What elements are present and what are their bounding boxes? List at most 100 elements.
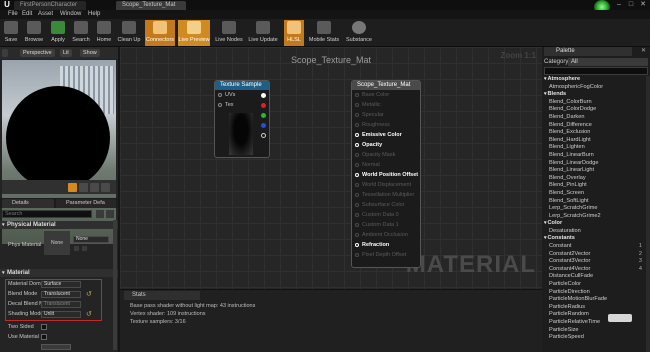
g-output-pin[interactable] xyxy=(261,113,266,118)
palette-category[interactable]: Atmosphere xyxy=(542,76,646,84)
menu-help[interactable]: Help xyxy=(88,10,100,19)
phys-material-dropdown[interactable]: None xyxy=(73,236,109,243)
palette-item[interactable]: ParticleColor xyxy=(542,281,646,289)
palette-item[interactable]: Blend_Darken xyxy=(542,114,646,122)
palette-item[interactable]: Blend_Overlay xyxy=(542,175,646,183)
reset-to-default-icon[interactable]: ↺ xyxy=(86,310,92,318)
save-button[interactable]: Save xyxy=(2,20,20,46)
palette-item[interactable]: ParticleMotionBlurFade xyxy=(542,296,646,304)
material-input-pin[interactable]: Opacity xyxy=(352,140,420,150)
shading-model-dropdown[interactable]: Unlit xyxy=(41,311,81,318)
property-field[interactable] xyxy=(41,344,71,350)
mobile-stats-button[interactable]: Mobile Stats xyxy=(308,20,340,46)
lit-button[interactable]: Lit xyxy=(60,49,72,57)
browse-asset-icon[interactable] xyxy=(82,246,87,251)
material-input-pin[interactable]: Base Color xyxy=(352,90,420,100)
menu-edit[interactable]: Edit xyxy=(22,10,32,19)
cube-shape-icon[interactable] xyxy=(79,183,88,192)
palette-item[interactable]: Blend_ColorBurn xyxy=(542,99,646,107)
palette-item[interactable]: Blend_SoftLight xyxy=(542,198,646,206)
menu-file[interactable]: File xyxy=(8,10,18,19)
palette-item[interactable]: AtmosphericFogColor xyxy=(542,84,646,92)
material-input-pin[interactable]: Metallic xyxy=(352,100,420,110)
tab-stats[interactable]: Stats xyxy=(124,291,200,300)
palette-category[interactable]: Constants xyxy=(542,235,646,243)
connectors-button[interactable]: Connectors xyxy=(145,20,175,46)
palette-item[interactable]: ParticleRadius xyxy=(542,304,646,312)
material-graph-canvas[interactable]: Scope_Texture_Mat Zoom 1:1 MATERIAL Text… xyxy=(120,47,542,289)
menu-window[interactable]: Window xyxy=(60,10,81,19)
material-input-pin[interactable]: Subsurface Color xyxy=(352,200,420,210)
palette-item[interactable]: DistanceCullFade xyxy=(542,273,646,281)
hlsl-button[interactable]: HLSL xyxy=(284,20,304,46)
tab-scope-texture-mat[interactable]: Scope_Texture_Mat xyxy=(116,1,186,10)
phys-material-thumbnail[interactable]: None xyxy=(44,231,70,255)
browse-button[interactable]: Browse xyxy=(23,20,45,46)
minimize-icon[interactable]: – xyxy=(614,0,624,10)
blend-mode-dropdown[interactable]: Translucent xyxy=(41,291,81,298)
home-button[interactable]: Home xyxy=(95,20,113,46)
material-input-pin[interactable]: Pixel Depth Offset xyxy=(352,250,420,260)
clean-up-button[interactable]: Clean Up xyxy=(116,20,142,46)
substance-button[interactable]: Substance xyxy=(345,20,373,46)
mesh-shape-icon[interactable] xyxy=(101,183,110,192)
palette-item[interactable]: Desaturation xyxy=(542,228,646,236)
material-input-pin[interactable]: Specular xyxy=(352,110,420,120)
search-button[interactable]: Search xyxy=(71,20,91,46)
material-input-pin[interactable]: World Displacement xyxy=(352,180,420,190)
material-input-pin[interactable]: Refraction xyxy=(352,240,420,250)
palette-category[interactable]: Color xyxy=(542,220,646,228)
palette-item[interactable]: Blend_Lighten xyxy=(542,144,646,152)
palette-item[interactable]: Blend_Exclusion xyxy=(542,129,646,137)
two-sided-checkbox[interactable] xyxy=(41,324,47,330)
material-input-pin[interactable]: Custom Data 1 xyxy=(352,220,420,230)
uvs-input-pin[interactable]: UVs xyxy=(215,90,269,100)
palette-item[interactable]: ParticleDirection xyxy=(542,289,646,297)
material-section[interactable]: Material xyxy=(0,269,118,277)
palette-item[interactable]: Constant3Vector 3 xyxy=(542,258,646,266)
palette-item[interactable]: Lerp_ScratchGrime2 xyxy=(542,213,646,221)
palette-item[interactable]: Constant 1 xyxy=(542,243,646,251)
palette-item[interactable]: ParticleSpeed xyxy=(542,334,646,342)
palette-item[interactable]: Blend_PinLight xyxy=(542,182,646,190)
material-input-pin[interactable]: Tessellation Multiplier xyxy=(352,190,420,200)
rgb-output-pin[interactable] xyxy=(261,93,266,98)
tab-first-person-character[interactable]: FirstPersonCharacter xyxy=(14,1,86,10)
palette-item[interactable]: Constant4Vector 4 xyxy=(542,266,646,274)
close-palette-icon[interactable]: ✕ xyxy=(641,47,649,56)
material-result-node[interactable]: Scope_Texture_Mat Base Color Metallic Spec… xyxy=(351,80,421,268)
eye-icon[interactable] xyxy=(106,210,114,218)
live-nodes-button[interactable]: Live Nodes xyxy=(214,20,244,46)
live-preview-button[interactable]: Live Preview xyxy=(178,20,210,46)
apply-button[interactable]: Apply xyxy=(48,20,68,46)
palette-item[interactable]: Blend_Difference xyxy=(542,122,646,130)
tab-details[interactable]: Details xyxy=(2,199,54,208)
tab-palette[interactable]: Palette xyxy=(544,47,632,56)
sphere-shape-icon[interactable] xyxy=(68,183,77,192)
palette-item[interactable]: Lerp_ScratchGrime xyxy=(542,205,646,213)
live-update-button[interactable]: Live Update xyxy=(247,20,279,46)
texture-sample-node[interactable]: Texture Sample UVs Tex xyxy=(214,80,270,158)
palette-item[interactable]: Blend_Screen xyxy=(542,190,646,198)
palette-search-input[interactable] xyxy=(544,67,648,75)
decal-blend-mode-dropdown[interactable]: Translucent xyxy=(41,301,81,308)
material-input-pin[interactable]: Ambient Occlusion xyxy=(352,230,420,240)
b-output-pin[interactable] xyxy=(261,123,266,128)
palette-item[interactable]: Blend_ColorDodge xyxy=(542,106,646,114)
palette-item[interactable]: Blend_LinearBurn xyxy=(542,152,646,160)
details-search-input[interactable]: Search xyxy=(2,210,92,218)
palette-item[interactable]: ParticleSize xyxy=(542,327,646,335)
menu-asset[interactable]: Asset xyxy=(38,10,53,19)
plane-shape-icon[interactable] xyxy=(90,183,99,192)
perspective-button[interactable]: Perspective xyxy=(20,49,55,57)
tab-parameter-defaults[interactable]: Parameter Defa xyxy=(56,199,116,208)
palette-item[interactable]: Blend_LinearDodge xyxy=(542,160,646,168)
physical-material-section[interactable]: Physical Material xyxy=(0,221,118,229)
material-input-pin[interactable]: Emissive Color xyxy=(352,130,420,140)
r-output-pin[interactable] xyxy=(261,103,266,108)
close-icon[interactable]: ✕ xyxy=(638,0,648,10)
maximize-icon[interactable]: □ xyxy=(626,0,636,10)
use-selected-arrow-icon[interactable] xyxy=(74,246,79,251)
palette-item[interactable]: Constant2Vector 2 xyxy=(542,251,646,259)
palette-item[interactable]: Blend_HardLight xyxy=(542,137,646,145)
